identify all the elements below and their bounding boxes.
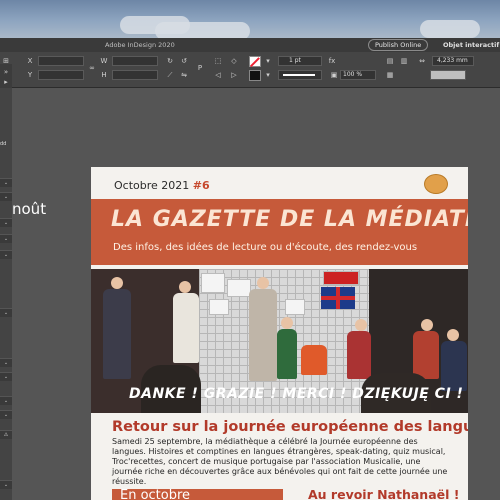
fill-dropdown-icon[interactable]: ▾ — [264, 57, 272, 65]
opacity-value: 100 % — [343, 71, 363, 78]
select-container-icon[interactable]: ⬚ — [214, 57, 222, 65]
october-heading: En octobre — [120, 488, 191, 500]
issue-date: Octobre 2021 — [114, 179, 190, 192]
height-icon: H — [101, 71, 107, 79]
masthead-banner[interactable]: LA GAZETTE DE LA MÉDIATHÈQUE Des infos, … — [91, 199, 468, 265]
person-head — [447, 329, 459, 341]
publish-online-button[interactable]: Publish Online — [368, 39, 429, 51]
opacity-field[interactable]: 100 % — [340, 70, 376, 80]
width-icon: W — [100, 57, 108, 65]
spacing-icon[interactable]: ⇔ — [418, 57, 426, 65]
panel-row[interactable]: ⌄ — [0, 372, 12, 381]
solid-stroke-sample — [283, 74, 315, 76]
wall-poster — [201, 273, 225, 293]
person-figure — [173, 293, 199, 363]
panel-row[interactable]: ⌄ — [0, 410, 12, 419]
control-panel: ⊞ X Y ∞ W H ↻ ↺ ⟋ ⇋ P ⬚ ◇ ◁ ▷ ▾ ▾ 1 pt f… — [0, 52, 500, 88]
uk-flag — [321, 287, 355, 309]
shear-icon[interactable]: ⟋ — [166, 71, 174, 79]
opacity-icon: ▣ — [330, 71, 338, 79]
desktop-wallpaper — [0, 0, 500, 40]
panel-row[interactable]: ⌄ — [0, 234, 12, 243]
person-figure — [103, 289, 131, 379]
stroke-dropdown-icon[interactable]: ▾ — [264, 71, 272, 79]
stroke-weight-field[interactable]: 1 pt — [278, 56, 322, 66]
person-head — [179, 281, 191, 293]
panel-row[interactable]: ⌄ — [0, 480, 12, 489]
interactive-object-panel-tab[interactable]: Objet interactif po — [443, 41, 500, 49]
fill-swatch[interactable] — [249, 56, 261, 67]
chair — [301, 345, 327, 375]
panel-row[interactable]: ⌄ — [0, 250, 12, 259]
panel-row[interactable]: ⌄ — [0, 308, 12, 317]
height-field[interactable] — [112, 70, 158, 80]
select-next-icon[interactable]: ▷ — [230, 71, 238, 79]
x-position-field[interactable] — [38, 56, 84, 66]
text-wrap-icon[interactable]: ▤ — [386, 57, 394, 65]
stroke-weight-value: 1 pt — [289, 57, 301, 64]
wall-flag — [323, 271, 359, 285]
stroke-swatch[interactable] — [249, 70, 261, 81]
swatch-preview[interactable] — [430, 70, 466, 80]
person-head — [257, 277, 269, 289]
side-panel: dd ⌄ ⌄ ⌄ ⌄ ⌄ ⌄ ⌄ ⌄ ⌄ ⌄ ⚠ ⌄ — [0, 88, 12, 500]
article-body[interactable]: Samedi 25 septembre, la médiathèque a cé… — [112, 437, 452, 487]
photo-caption: DANKE ! GRAZIE ! MERCI ! DZIĘKUJĘ CI ! T… — [129, 386, 468, 402]
panel-row[interactable]: ⌄ — [0, 358, 12, 367]
flip-icon[interactable]: ⇋ — [180, 71, 188, 79]
person-figure — [441, 341, 467, 391]
panel-row[interactable]: ⌄ — [0, 396, 12, 405]
farewell-heading[interactable]: Au revoir Nathanaël ! — [308, 487, 459, 500]
measure-field[interactable]: 4,233 mm — [432, 56, 474, 66]
article-title[interactable]: Retour sur la journée européenne des lan… — [112, 419, 468, 435]
constrain-proportions-icon[interactable]: ∞ — [88, 64, 96, 72]
issue-number: #6 — [192, 179, 210, 192]
person-figure — [277, 329, 297, 379]
person-head — [111, 277, 123, 289]
select-content-icon[interactable]: ◇ — [230, 57, 238, 65]
person-figure — [347, 331, 371, 379]
person-figure — [413, 331, 439, 379]
october-box[interactable]: En octobre — [112, 488, 283, 500]
wall-poster — [285, 299, 305, 315]
app-title: Adobe InDesign 2020 — [105, 41, 175, 49]
none-swatch-slash-icon — [249, 57, 260, 67]
rotate-icon[interactable]: ↻ — [166, 57, 174, 65]
document-page[interactable]: Octobre 2021 #6 LA GAZETTE DE LA MÉDIATH… — [91, 167, 468, 500]
panel-row[interactable]: ⌄ — [0, 218, 12, 227]
width-field[interactable] — [112, 56, 158, 66]
event-photo[interactable]: DANKE ! GRAZIE ! MERCI ! DZIĘKUJĘ CI ! T… — [91, 269, 468, 413]
warning-icon[interactable]: ⚠ — [0, 430, 12, 439]
collapse-icon[interactable]: » — [2, 68, 10, 76]
wall-poster — [209, 299, 229, 315]
issue-line[interactable]: Octobre 2021 #6 — [114, 179, 210, 192]
tool-icon[interactable]: ▸ — [2, 78, 10, 86]
person-head — [281, 317, 293, 329]
x-position-icon: X — [27, 57, 33, 65]
person-figure — [249, 289, 277, 381]
panel-row[interactable]: ⌄ — [0, 192, 12, 201]
flip-horizontal-icon[interactable]: P — [196, 64, 204, 72]
select-previous-icon[interactable]: ◁ — [214, 71, 222, 79]
application-bar: Adobe InDesign 2020 Publish Online Objet… — [0, 38, 500, 52]
cloud-shape — [420, 20, 480, 38]
wrap-around-icon[interactable]: ▥ — [400, 57, 408, 65]
measure-value: 4,233 mm — [437, 57, 468, 64]
person-head — [355, 319, 367, 331]
stroke-type-dropdown[interactable] — [278, 70, 322, 80]
align-icon[interactable]: ▦ — [386, 71, 394, 79]
mediatheque-logo[interactable] — [424, 174, 448, 194]
panel-label: dd — [0, 141, 7, 147]
wall-poster — [227, 279, 251, 297]
pasteboard-text[interactable]: noût — [12, 200, 46, 218]
y-position-icon: Y — [27, 71, 33, 79]
effects-icon[interactable]: fx — [328, 57, 336, 65]
y-position-field[interactable] — [38, 70, 84, 80]
panel-row[interactable]: ⌄ — [0, 178, 12, 187]
masthead-tagline: Des infos, des idées de lecture ou d'éco… — [113, 242, 418, 253]
person-head — [421, 319, 433, 331]
rotate-ccw-icon[interactable]: ↺ — [180, 57, 188, 65]
masthead-title: LA GAZETTE DE LA MÉDIATHÈQUE — [111, 207, 468, 232]
